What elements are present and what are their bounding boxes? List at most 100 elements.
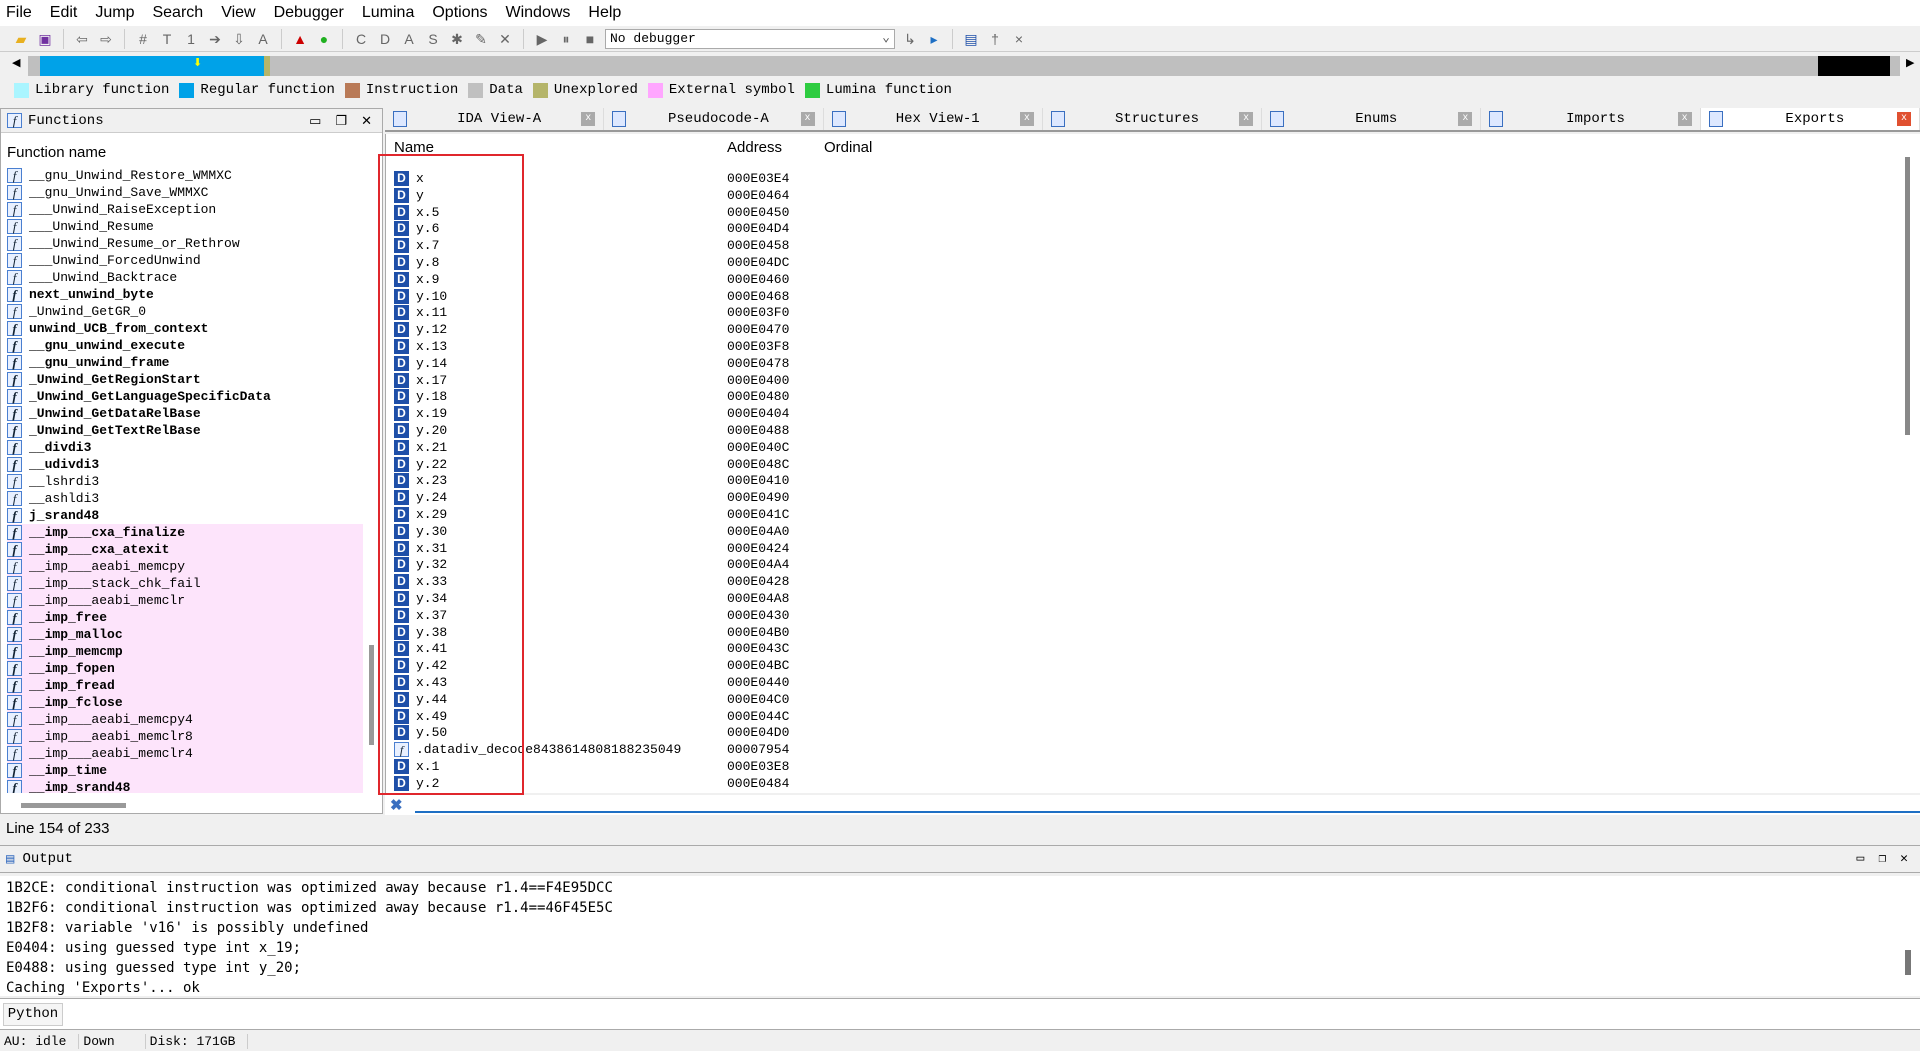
export-row[interactable]: Dx.13 000E03F8 (394, 338, 1394, 355)
function-row[interactable]: f ___Unwind_Resume (7, 218, 363, 235)
edit-icon[interactable]: ✎ (472, 30, 490, 48)
add-breakpoint-icon[interactable]: † (986, 30, 1004, 48)
export-row[interactable]: Dy.32 000E04A4 (394, 556, 1394, 573)
close-tab-icon[interactable]: x (1239, 112, 1254, 126)
search-binary-icon[interactable]: # (134, 30, 152, 48)
back-icon[interactable]: ⇦ (73, 30, 91, 48)
export-row[interactable]: Dy.38 000E04B0 (394, 624, 1394, 641)
horizontal-scrollbar[interactable] (21, 803, 126, 808)
function-row[interactable]: f __gnu_unwind_frame (7, 354, 363, 371)
export-row[interactable]: Dx.29 000E041C (394, 506, 1394, 523)
export-row[interactable]: Dx.11 000E03F0 (394, 304, 1394, 321)
export-row[interactable]: Dy.10 000E0468 (394, 288, 1394, 305)
function-row[interactable]: f __imp___cxa_finalize (7, 524, 363, 541)
export-row[interactable]: Dy.14 000E0478 (394, 355, 1394, 372)
export-row[interactable]: Dy.18 000E0480 (394, 388, 1394, 405)
function-row[interactable]: f __gnu_Unwind_Save_WMMXC (7, 184, 363, 201)
function-row[interactable]: f unwind_UCB_from_context (7, 320, 363, 337)
export-row[interactable]: Dy.12 000E0470 (394, 321, 1394, 338)
tab-hex-view-1[interactable]: Hex View-1 x (823, 108, 1043, 130)
search-text-icon[interactable]: T (158, 30, 176, 48)
text-icon[interactable]: A (254, 30, 272, 48)
function-row[interactable]: f __imp___stack_chk_fail (7, 575, 363, 592)
float-icon[interactable]: ❐ (1878, 851, 1886, 866)
save-icon[interactable]: ▣ (36, 30, 54, 48)
column-address[interactable]: Address (727, 139, 782, 156)
close-tab-icon[interactable]: x (1677, 112, 1692, 126)
nav-left-icon[interactable]: ◀ (12, 56, 20, 69)
close-tab-icon[interactable]: x (581, 112, 596, 126)
export-row[interactable]: Dy.8 000E04DC (394, 254, 1394, 271)
function-row[interactable]: f __imp___aeabi_memcpy4 (7, 711, 363, 728)
menu-edit[interactable]: Edit (50, 4, 78, 22)
vertical-scrollbar[interactable] (369, 645, 374, 745)
function-row[interactable]: f __gnu_unwind_execute (7, 337, 363, 354)
function-row[interactable]: f ___Unwind_Resume_or_Rethrow (7, 235, 363, 252)
command-input[interactable] (68, 1002, 1916, 1027)
function-row[interactable]: f __imp___aeabi_memcpy (7, 558, 363, 575)
function-row[interactable]: f __imp_fopen (7, 660, 363, 677)
unexplored-icon[interactable]: ✱ (448, 30, 466, 48)
export-row[interactable]: Dy.50 000E04D0 (394, 724, 1394, 741)
step-icon[interactable]: ↳ (901, 30, 919, 48)
export-row[interactable]: Dx.49 000E044C (394, 708, 1394, 725)
function-row[interactable]: f _Unwind_GetLanguageSpecificData (7, 388, 363, 405)
function-row[interactable]: f __divdi3 (7, 439, 363, 456)
function-row[interactable]: f __imp___aeabi_memclr8 (7, 728, 363, 745)
function-row[interactable]: f __imp_memcmp (7, 643, 363, 660)
open-icon[interactable]: ▰ (12, 30, 30, 48)
navigation-band[interactable]: ◀ ⬇ ▶ (0, 54, 1920, 76)
export-row[interactable]: Dx.31 000E0424 (394, 540, 1394, 557)
function-row[interactable]: f __udivdi3 (7, 456, 363, 473)
export-row[interactable]: Dx.9 000E0460 (394, 271, 1394, 288)
function-row[interactable]: f __imp_malloc (7, 626, 363, 643)
function-row[interactable]: f __imp_fclose (7, 694, 363, 711)
function-row[interactable]: f _Unwind_GetGR_0 (7, 303, 363, 320)
menu-options[interactable]: Options (432, 4, 487, 22)
menu-lumina[interactable]: Lumina (362, 4, 414, 22)
run-to-icon[interactable]: ▸ (925, 30, 943, 48)
clear-filter-icon[interactable]: ✖ (390, 796, 403, 814)
menu-debugger[interactable]: Debugger (274, 4, 344, 22)
output-scrollbar[interactable] (1905, 950, 1911, 975)
tab-enums[interactable]: Enums x (1262, 108, 1482, 130)
function-row[interactable]: f _Unwind_GetTextRelBase (7, 422, 363, 439)
down-arrow-icon[interactable]: ⇩ (230, 30, 248, 48)
maximize-icon[interactable]: ▭ (1857, 851, 1865, 866)
export-row[interactable]: Dx.33 000E0428 (394, 573, 1394, 590)
function-name-column-header[interactable]: Function name (7, 144, 106, 161)
export-row[interactable]: Dy.20 000E0488 (394, 422, 1394, 439)
filter-input[interactable] (415, 795, 1920, 813)
struct-icon[interactable]: S (424, 30, 442, 48)
export-row[interactable]: Dy.2 000E0484 (394, 775, 1394, 792)
export-row[interactable]: Dx.43 000E0440 (394, 674, 1394, 691)
menu-file[interactable]: File (6, 4, 32, 22)
export-row[interactable]: Dy.6 000E04D4 (394, 220, 1394, 237)
function-row[interactable]: f j_srand48 (7, 507, 363, 524)
function-row[interactable]: f __imp_time (7, 762, 363, 779)
function-row[interactable]: f __imp_free (7, 609, 363, 626)
export-row[interactable]: Dx.21 000E040C (394, 439, 1394, 456)
export-row[interactable]: Dx.7 000E0458 (394, 237, 1394, 254)
string-icon[interactable]: A (400, 30, 418, 48)
float-icon[interactable]: ❐ (335, 113, 347, 129)
menu-search[interactable]: Search (152, 4, 203, 22)
function-row[interactable]: f __lshrdi3 (7, 473, 363, 490)
forward-icon[interactable]: ⇨ (97, 30, 115, 48)
data-icon[interactable]: D (376, 30, 394, 48)
exports-scrollbar[interactable] (1905, 157, 1910, 435)
column-ordinal[interactable]: Ordinal (824, 139, 872, 156)
export-row[interactable]: Dy.30 000E04A0 (394, 523, 1394, 540)
navigation-bar[interactable]: ⬇ (28, 56, 1900, 76)
export-row[interactable]: Dy.24 000E0490 (394, 489, 1394, 506)
menu-windows[interactable]: Windows (505, 4, 570, 22)
nav-right-icon[interactable]: ▶ (1906, 56, 1914, 69)
function-row[interactable]: f next_unwind_byte (7, 286, 363, 303)
python-button[interactable]: Python (3, 1003, 63, 1026)
export-row[interactable]: Dy.22 000E048C (394, 456, 1394, 473)
stop-icon[interactable]: ■ (581, 30, 599, 48)
close-icon[interactable]: ✕ (1900, 851, 1908, 866)
breakpoint-list-icon[interactable]: ▤ (962, 30, 980, 48)
close-tab-icon[interactable]: x (1458, 112, 1473, 126)
maximize-icon[interactable]: ▭ (309, 113, 321, 129)
